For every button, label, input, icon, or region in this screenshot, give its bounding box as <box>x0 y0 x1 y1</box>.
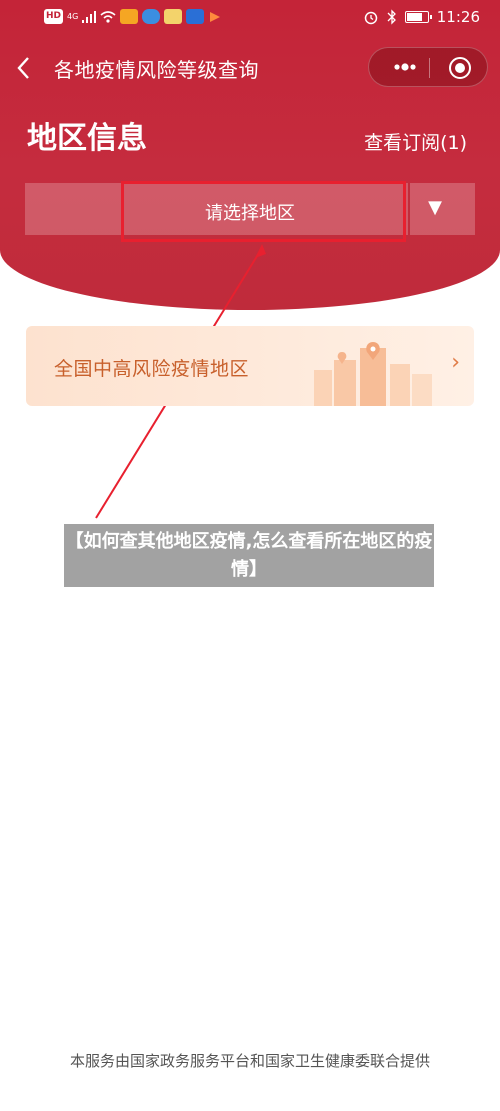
annotation-arrow <box>95 244 266 519</box>
buildings-illustration <box>314 342 432 406</box>
chevron-right-icon: › <box>451 350 460 375</box>
footer-credit: 本服务由国家政务服务平台和国家卫生健康委联合提供 <box>69 1052 430 1070</box>
risk-areas-label: 全国中高风险疫情地区 <box>54 358 250 380</box>
risk-areas-card[interactable]: 全国中高风险疫情地区 › <box>26 326 474 406</box>
overlay-caption: 【如何查其他地区疫情,怎么查看所在地区的疫情】 <box>64 524 434 587</box>
